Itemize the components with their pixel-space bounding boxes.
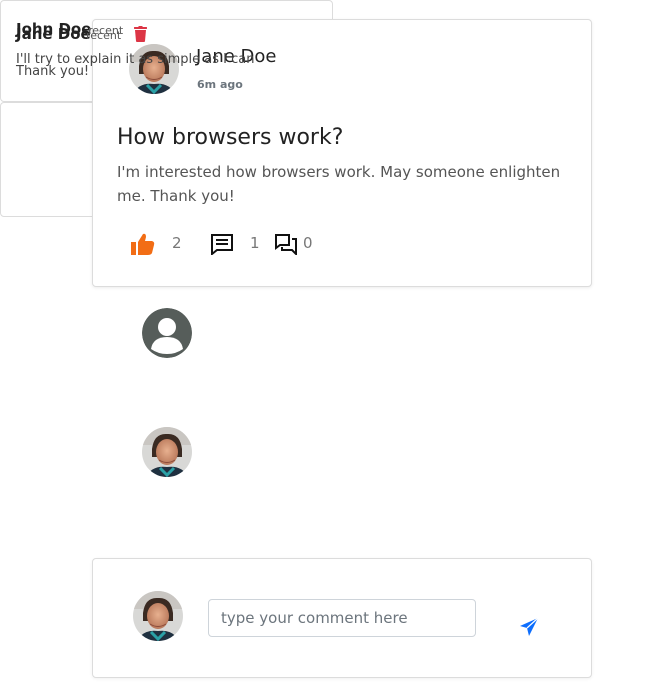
comment-author[interactable]: Jane Doe — [16, 25, 91, 43]
commenter-avatar[interactable] — [142, 427, 192, 477]
discussion-count: 0 — [303, 234, 313, 252]
post-title: How browsers work? — [117, 125, 344, 150]
post-body: I'm interested how browsers work. May so… — [117, 163, 561, 205]
comment-text: Thank you! — [16, 64, 90, 79]
discussions-button[interactable] — [275, 234, 297, 255]
trash-icon — [134, 26, 147, 42]
delete-comment-button[interactable] — [134, 26, 147, 42]
comment-icon — [211, 234, 233, 255]
send-comment-button[interactable] — [519, 617, 539, 637]
comment-compose-card — [92, 558, 592, 678]
user-placeholder-icon — [142, 308, 192, 358]
like-button[interactable] — [131, 233, 155, 255]
commenter-avatar-placeholder[interactable] — [142, 308, 192, 358]
thumbs-up-icon — [131, 233, 155, 255]
comment-count: 1 — [250, 234, 260, 252]
forum-icon — [275, 234, 297, 255]
comment-time: recent — [86, 29, 122, 42]
current-user-avatar — [133, 591, 183, 641]
like-count: 2 — [172, 234, 182, 252]
comments-button[interactable] — [211, 234, 233, 255]
send-icon — [520, 617, 539, 636]
comment-input[interactable] — [208, 599, 476, 637]
post-time: 6m ago — [197, 78, 243, 91]
